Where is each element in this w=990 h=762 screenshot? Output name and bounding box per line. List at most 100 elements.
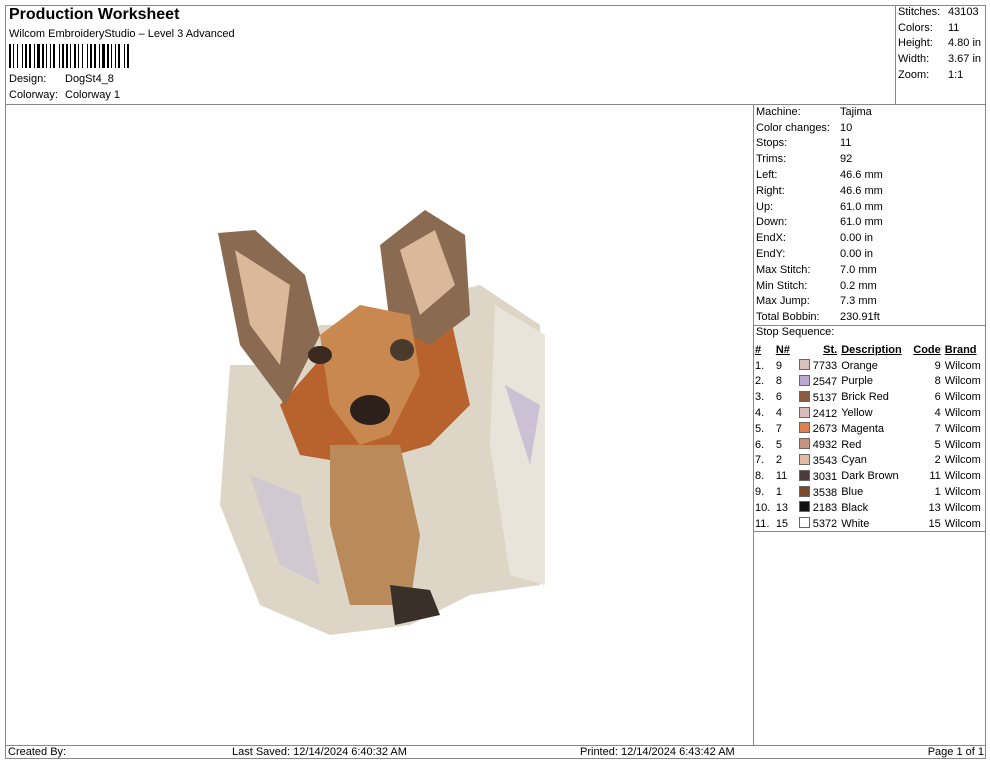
stitch-count: 2673 [812,423,838,436]
table-row: 3. 6 5137 Brick Red 6 Wilcom [753,389,986,405]
row-number: 8. [755,470,765,483]
details-row: Max Stitch: 7.0 mm [756,262,986,278]
colorway-label: Colorway: [9,89,58,101]
table-row: 8. 11 3031 Dark Brown 11 Wilcom [753,468,986,484]
needle-number: 9 [775,359,782,372]
divider [5,745,986,746]
field-value: 1:1 [948,69,964,82]
details-row: Trims: 92 [756,151,986,167]
needle-number: 4 [775,407,782,420]
brand: Wilcom [944,486,981,499]
table-row: 2. 8 2547 Purple 8 Wilcom [753,374,986,390]
stitch-count: 5137 [812,391,838,404]
stitch-count: 3543 [812,454,838,467]
row-number: 3. [755,391,765,404]
details-row: Color changes: 10 [756,120,986,136]
stop-sequence-title: Stop Sequence: [756,326,835,338]
brand: Wilcom [944,375,981,388]
brand: Wilcom [944,438,981,451]
row-number: 4. [755,407,765,420]
color-swatch [798,390,810,402]
table-row: 1. 9 7733 Orange 9 Wilcom [753,358,986,374]
field-label: Right: [756,184,785,197]
row-number: 7. [755,454,765,467]
stitch-count: 2183 [812,502,838,515]
color-code: 1 [934,486,941,499]
details-row: Right: 46.6 mm [756,183,986,199]
details-row: Max Jump: 7.3 mm [756,294,986,310]
summary-row: Zoom: 1:1 [898,67,986,83]
color-description: Cyan [841,454,867,467]
color-code: 13 [928,501,941,514]
needle-number: 13 [775,501,789,514]
color-description: Black [841,501,869,514]
field-value: 10 [840,121,853,134]
field-value: 4.80 in [948,37,982,50]
color-description: Dark Brown [841,470,899,483]
color-swatch [798,422,810,434]
needle-number: 5 [775,438,782,451]
colorway-name: Colorway 1 [65,89,121,101]
field-value: 61.0 mm [840,216,883,229]
color-code: 4 [934,407,941,420]
stitch-count: 5372 [812,518,838,531]
needle-number: 8 [775,375,782,388]
column-header: N# [775,343,790,356]
field-label: Left: [756,169,778,182]
color-code: 5 [934,438,941,451]
table-row: 4. 4 2412 Yellow 4 Wilcom [753,405,986,421]
row-number: 9. [755,486,765,499]
color-swatch [798,359,810,371]
column-header: Code [913,343,941,356]
divider [895,5,896,104]
field-label: Width: [898,53,930,66]
page-number: Page 1 of 1 [927,746,984,758]
details-row: Left: 46.6 mm [756,167,986,183]
field-value: 11 [840,137,852,150]
field-value: 46.6 mm [840,169,883,182]
field-value: 0.2 mm [840,279,877,292]
color-swatch [798,485,810,497]
field-label: Max Stitch: [756,263,811,276]
table-row: 6. 5 4932 Red 5 Wilcom [753,437,986,453]
design-name: DogSt4_8 [65,73,114,85]
stitch-count: 2412 [812,407,838,420]
design-label: Design: [9,73,47,85]
field-label: EndY: [756,248,786,261]
field-label: Down: [756,216,788,229]
details-row: Up: 61.0 mm [756,199,986,215]
needle-number: 11 [775,470,788,483]
brand: Wilcom [944,422,981,435]
needle-number: 1 [775,486,782,499]
color-description: Orange [841,359,878,372]
field-value: 46.6 mm [840,184,883,197]
summary-row: Height: 4.80 in [898,36,986,52]
row-number: 2. [755,375,765,388]
color-swatch [798,501,810,513]
color-description: Blue [841,486,864,499]
column-header: Brand [944,343,977,356]
column-header: # [755,343,762,356]
row-number: 5. [755,422,765,435]
details-row: EndX: 0.00 in [756,230,986,246]
stop-sequence-table: # N# St. Description Code Brand 1. 9 7733 Orange… [753,342,986,532]
field-value: 7.3 mm [840,295,877,308]
details-row: Machine: Tajima [756,104,986,120]
color-description: Yellow [841,407,873,420]
design-preview [218,210,545,635]
field-label: Up: [756,200,774,213]
divider [753,531,986,532]
row-number: 6. [755,438,765,451]
summary-row: Stitches: 43103 [898,4,986,20]
color-description: Magenta [841,422,884,435]
color-swatch [798,517,810,529]
brand: Wilcom [944,470,981,483]
color-code: 11 [929,470,941,483]
field-value: 43103 [948,5,979,18]
design-details: Machine: Tajima Color changes: 10 Stops: 11 Tr… [756,104,986,325]
color-swatch [798,469,810,481]
field-value: 0.00 in [840,248,874,261]
field-label: Machine: [756,105,801,118]
table-row: 9. 1 3538 Blue 1 Wilcom [753,484,986,500]
table-row: 10. 13 2183 Black 13 Wilcom [753,500,986,516]
